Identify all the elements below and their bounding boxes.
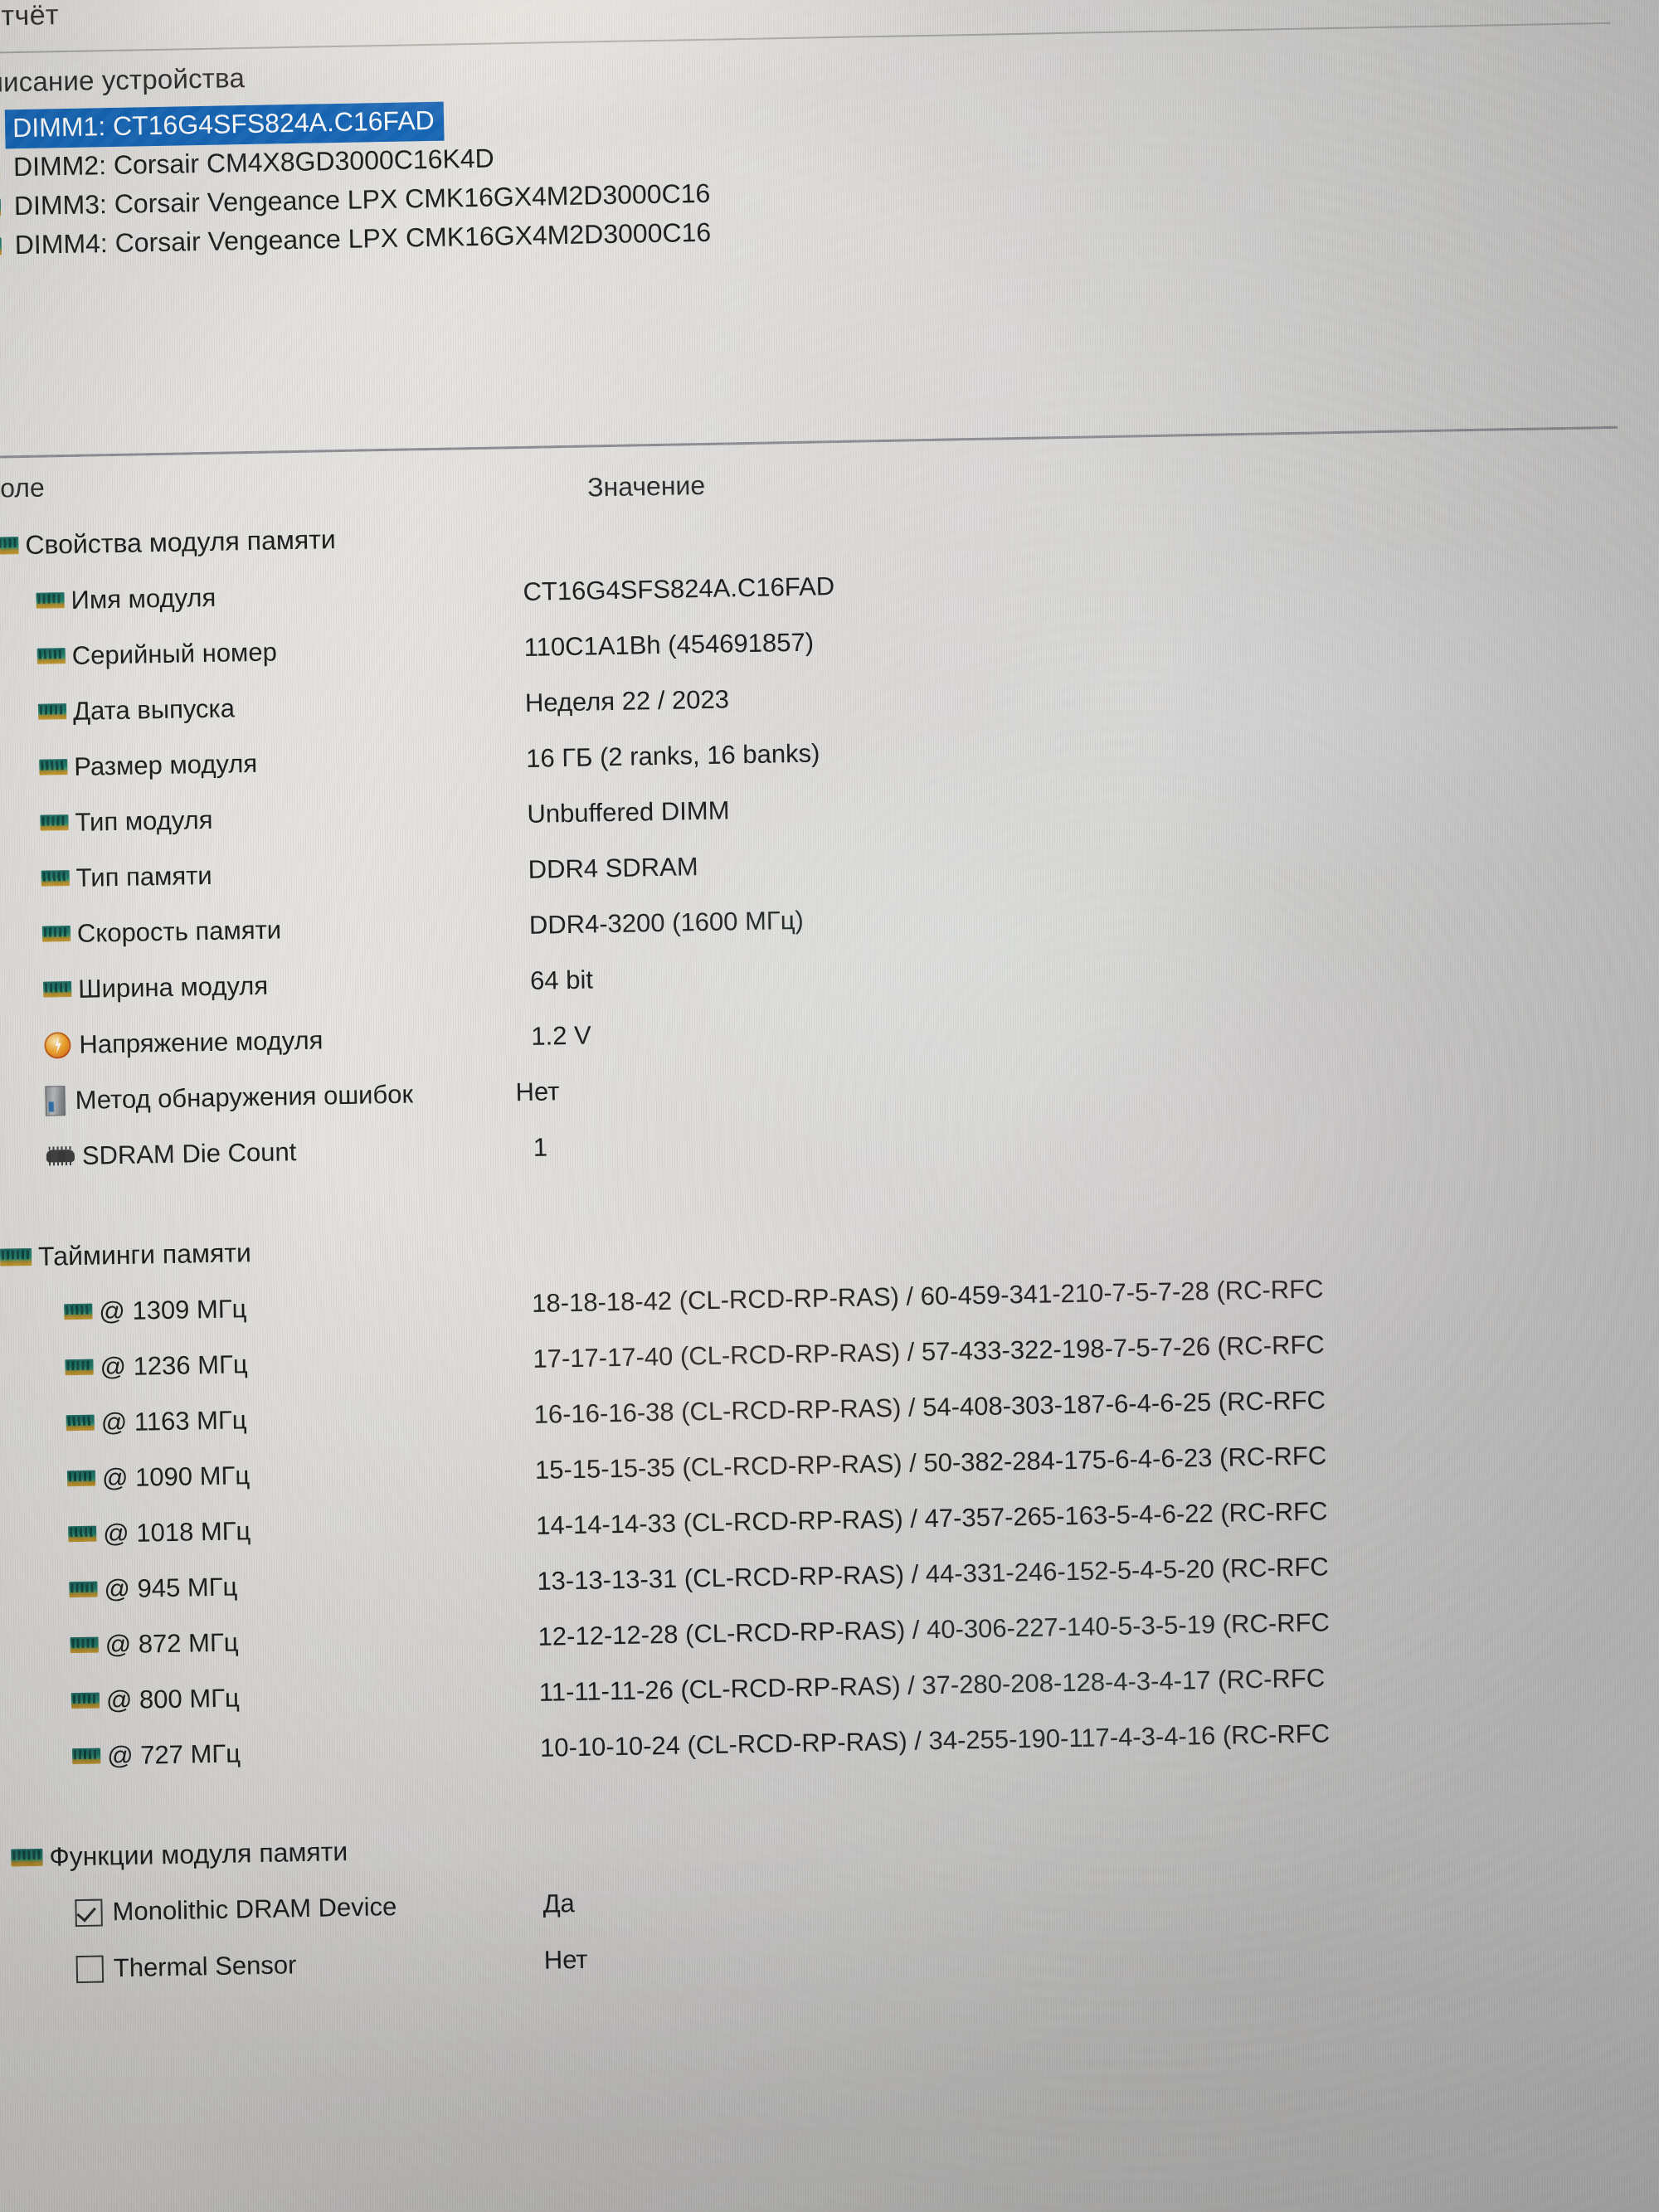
row-value: 11-11-11-26 (CL-RCD-RP-RAS) / 37-280-208… <box>538 1662 1326 1707</box>
dimm-module-icon <box>66 1470 96 1487</box>
screen-photo: Отчёт Описание устройства DIMM1: CT16G4S… <box>0 0 1659 2212</box>
row-label: Тип модуля <box>75 805 213 837</box>
row-value: 14-14-14-33 (CL-RCD-RP-RAS) / 47-357-265… <box>535 1495 1328 1540</box>
dimm-module-icon <box>66 1414 95 1432</box>
row-value: 18-18-18-42 (CL-RCD-RP-RAS) / 60-459-341… <box>531 1273 1324 1318</box>
row-value: 15-15-15-35 (CL-RCD-RP-RAS) / 50-382-284… <box>534 1440 1327 1485</box>
row-value: DDR4 SDRAM <box>528 851 698 884</box>
dimm-module-icon <box>0 1247 32 1266</box>
dimm-module-icon <box>0 198 2 217</box>
dimm-module-icon <box>65 1359 94 1376</box>
group-title: Функции модуля памяти <box>49 1836 348 1872</box>
row-value: 64 bit <box>529 965 594 995</box>
computer-tower-icon <box>45 1085 66 1116</box>
row-label: @ 1236 МГц <box>100 1349 248 1381</box>
device-tree: Описание устройства DIMM1: CT16G4SFS824A… <box>0 38 1541 266</box>
row-value: 16 ГБ (2 ranks, 16 banks) <box>525 737 820 773</box>
row-label: @ 1090 МГц <box>101 1460 251 1492</box>
row-value: 16-16-16-38 (CL-RCD-RP-RAS) / 54-408-303… <box>533 1384 1326 1429</box>
row-value: 13-13-13-31 (CL-RCD-RP-RAS) / 44-331-246… <box>537 1551 1329 1596</box>
tab-report[interactable]: Отчёт <box>0 0 59 33</box>
checkbox-unchecked-icon[interactable] <box>75 1955 105 1983</box>
row-value: 1.2 V <box>531 1020 592 1051</box>
dimm-module-icon <box>36 648 66 664</box>
dimm-module-icon <box>43 981 72 998</box>
row-label: @ 1309 МГц <box>98 1293 247 1325</box>
row-label: Тип памяти <box>75 860 212 892</box>
row-label: @ 1018 МГц <box>102 1515 251 1548</box>
lightning-bolt-icon <box>44 1031 71 1059</box>
row-label: Серийный номер <box>71 636 278 670</box>
dimm-module-icon <box>40 814 69 831</box>
group-title: Свойства модуля памяти <box>25 524 336 560</box>
row-value: Да <box>542 1889 576 1918</box>
row-value: DDR4-3200 (1600 МГц) <box>528 905 805 940</box>
row-value: 1 <box>533 1132 548 1162</box>
row-label: @ 727 МГц <box>106 1738 241 1770</box>
row-value: Unbuffered DIMM <box>527 795 730 829</box>
row-value: Неделя 22 / 2023 <box>524 683 730 717</box>
dimm-module-icon <box>37 703 67 720</box>
row-label: @ 800 МГц <box>105 1682 240 1714</box>
dimm-module-icon <box>68 1525 97 1543</box>
column-header-field[interactable]: Поле <box>0 473 45 504</box>
row-value: Нет <box>543 1944 588 1975</box>
dimm-module-icon <box>36 592 65 609</box>
row-value: CT16G4SFS824A.C16FAD <box>523 571 835 606</box>
row-value: Нет <box>515 1076 560 1106</box>
dimm-module-icon <box>0 237 2 256</box>
dimm-module-icon <box>71 1692 100 1709</box>
row-value: 10-10-10-24 (CL-RCD-RP-RAS) / 34-255-190… <box>539 1718 1331 1762</box>
row-label: Размер модуля <box>73 748 258 781</box>
row-label: SDRAM Die Count <box>81 1136 297 1170</box>
row-value: 17-17-17-40 (CL-RCD-RP-RAS) / 57-433-322… <box>533 1329 1326 1373</box>
row-label: Дата выпуска <box>72 693 236 726</box>
dimm-module-icon <box>71 1748 101 1765</box>
row-label: Напряжение модуля <box>79 1024 324 1059</box>
checkbox-checked-icon[interactable] <box>75 1898 103 1927</box>
row-label: Скорость памяти <box>76 914 282 948</box>
row-label: Ширина модуля <box>77 970 269 1004</box>
row-label: Имя модуля <box>71 582 216 615</box>
dimm-module-icon <box>41 926 71 942</box>
dimm-module-icon <box>0 537 19 555</box>
chip-icon <box>46 1149 75 1163</box>
dimm-module-icon <box>41 870 70 887</box>
dimm-module-icon <box>69 1581 98 1598</box>
dimm-module-icon <box>11 1848 43 1867</box>
row-label: Thermal Sensor <box>113 1950 297 1983</box>
properties-table: Поле Значение Свойства модуля памяти Имя… <box>0 439 1639 1999</box>
dimm-module-icon <box>64 1303 93 1320</box>
row-label: Метод обнаружения ошибок <box>75 1079 414 1115</box>
row-label: @ 1163 МГц <box>100 1404 247 1437</box>
row-label: Monolithic DRAM Device <box>112 1892 397 1927</box>
row-value: 12-12-12-28 (CL-RCD-RP-RAS) / 40-306-227… <box>538 1607 1331 1651</box>
row-label: @ 945 МГц <box>104 1571 238 1603</box>
dimm-module-icon <box>39 759 68 775</box>
column-header-value[interactable]: Значение <box>587 470 706 503</box>
row-value: 110C1A1Bh (454691857) <box>523 627 815 662</box>
dimm-module-icon <box>70 1636 99 1654</box>
row-label: @ 872 МГц <box>105 1626 239 1659</box>
group-title: Тайминги памяти <box>37 1237 252 1271</box>
